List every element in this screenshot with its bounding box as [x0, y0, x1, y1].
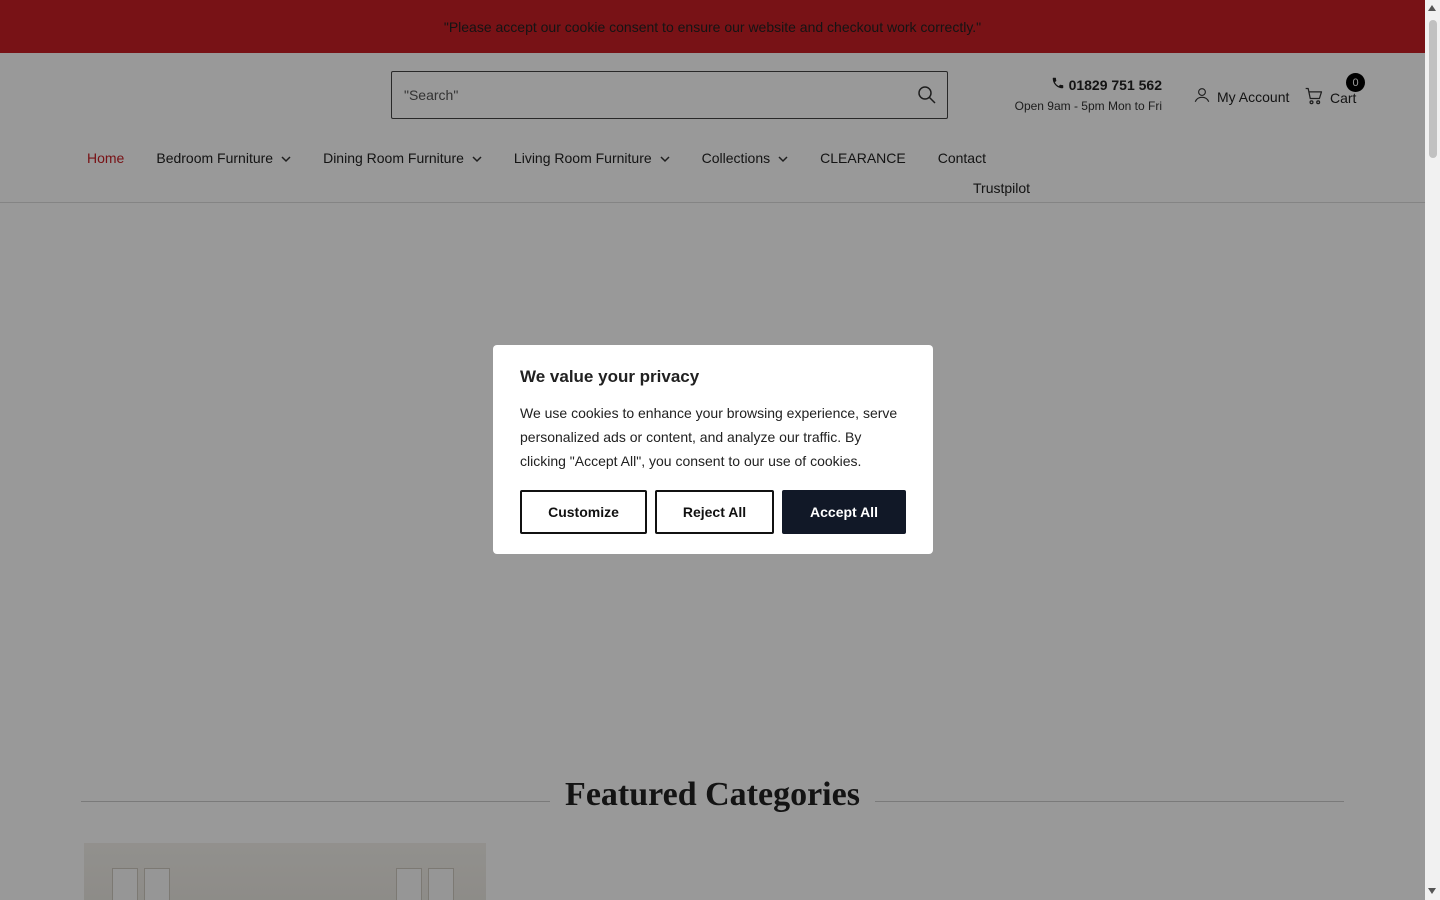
page: "Please accept our cookie consent to ens…: [0, 0, 1425, 900]
modal-title: We value your privacy: [520, 367, 700, 386]
scroll-up-arrow-icon[interactable]: [1428, 5, 1436, 11]
accept-all-button[interactable]: Accept All: [782, 490, 906, 534]
scrollbar-thumb[interactable]: [1429, 20, 1437, 158]
customize-button[interactable]: Customize: [520, 490, 647, 534]
scrollbar[interactable]: [1425, 0, 1440, 900]
modal-actions: Customize Reject All Accept All: [520, 490, 906, 534]
modal-body: We use cookies to enhance your browsing …: [520, 405, 898, 469]
cookie-consent-modal: We value your privacy We use cookies to …: [493, 345, 933, 554]
scroll-down-arrow-icon[interactable]: [1428, 888, 1436, 894]
reject-all-button[interactable]: Reject All: [655, 490, 774, 534]
